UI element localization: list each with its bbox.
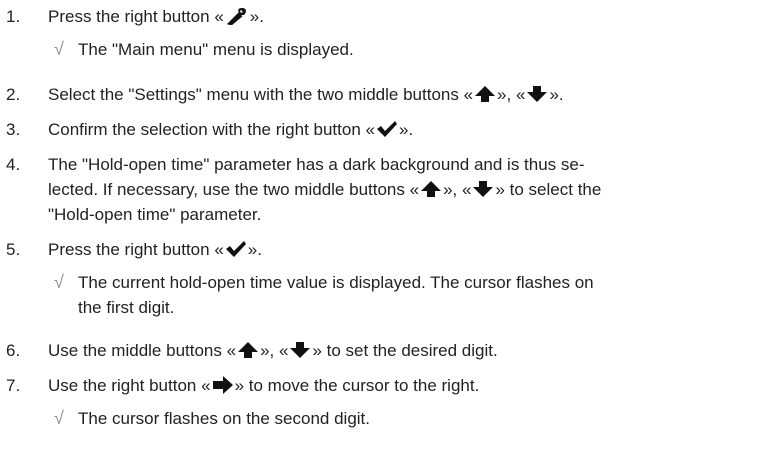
step-text: Use the middle buttons « », « » to set the…: [48, 338, 764, 363]
step-number: 5.: [6, 240, 21, 259]
step-result: √ The current hold-open time value is di…: [48, 270, 776, 320]
step-text-part: .: [408, 120, 414, 139]
step-7: 7. Use the right button « » to move the c…: [0, 373, 776, 431]
quote-close: »: [247, 240, 258, 259]
step-text: Select the "Settings" menu with the two …: [48, 82, 764, 107]
arrow-down-icon: [289, 341, 311, 359]
quote-close: »: [234, 376, 245, 395]
step-text-part: to move the cursor to the right.: [244, 376, 480, 395]
quote-open: «: [463, 85, 474, 104]
quote-close: »: [312, 341, 322, 360]
quote-open: «: [201, 376, 211, 395]
arrow-up-icon: [474, 85, 496, 103]
instruction-document: 1. Press the right button « ». √ The "Mai…: [0, 0, 776, 441]
step-text-part: Select the "Settings" menu with the two …: [48, 85, 464, 104]
step-text-part: Press the right button: [48, 240, 215, 259]
step-4: 4. The "Hold-open time" parameter has a …: [0, 152, 776, 227]
step-text-line: The "Hold-open time" parameter has a dar…: [48, 155, 585, 174]
result-text: The "Main menu" menu is displayed.: [78, 40, 354, 59]
step-1: 1. Press the right button « ». √ The "Mai…: [0, 4, 776, 62]
arrow-right-icon: [212, 376, 234, 394]
step-text-part: .: [558, 85, 564, 104]
quote-close: »: [549, 85, 559, 104]
result-check-mark: √: [54, 272, 64, 292]
quote-close: »: [497, 85, 507, 104]
quote-open: «: [226, 341, 237, 360]
arrow-down-icon: [472, 180, 494, 198]
step-number: 7.: [6, 376, 21, 395]
quote-close: »: [443, 180, 453, 199]
quote-open: «: [214, 240, 224, 259]
result-text: The current hold-open time value is disp…: [78, 270, 738, 320]
step-number: 4.: [6, 155, 21, 174]
step-text: Press the right button « ».: [48, 237, 764, 262]
step-text: Confirm the selection with the right but…: [48, 117, 764, 142]
step-text: The "Hold-open time" parameter has a dar…: [48, 152, 764, 227]
step-5: 5. Press the right button « ». √ The curr…: [0, 237, 776, 320]
step-text-part: lected. If necessary, use the two middle…: [48, 180, 410, 199]
result-text-line: The current hold-open time value is disp…: [78, 273, 594, 292]
step-result: √ The cursor flashes on the second digit…: [48, 406, 776, 431]
step-text-part: to select the: [504, 180, 602, 199]
quote-close: »: [495, 180, 505, 199]
step-text-line: "Hold-open time" parameter.: [48, 205, 262, 224]
step-number: 2.: [6, 85, 21, 104]
step-text-part: Press the right button: [48, 7, 215, 26]
step-2: 2. Select the "Settings" menu with the t…: [0, 82, 776, 107]
arrow-up-icon: [237, 341, 259, 359]
step-text-line: lected. If necessary, use the two middle…: [48, 177, 764, 202]
step-text-part: ,: [452, 180, 462, 199]
wrench-icon: [225, 7, 249, 25]
step-text-part: .: [257, 240, 262, 259]
result-text-line: the first digit.: [78, 298, 175, 317]
quote-open: «: [365, 120, 375, 139]
arrow-down-icon: [526, 85, 548, 103]
step-number: 1.: [6, 7, 21, 26]
checkmark-icon: [376, 120, 398, 138]
step-text-part: ,: [506, 85, 516, 104]
step-number: 3.: [6, 120, 21, 139]
step-text-part: Use the middle buttons: [48, 341, 227, 360]
step-text-part: ,: [269, 341, 279, 360]
quote-open: «: [409, 180, 420, 199]
quote-close: »: [260, 341, 270, 360]
result-text: The cursor flashes on the second digit.: [78, 409, 370, 428]
quote-open: «: [214, 7, 224, 26]
step-text-part: to set the desired digit.: [321, 341, 498, 360]
step-text-part: Use the right button: [48, 376, 202, 395]
checkmark-icon: [225, 240, 247, 258]
result-check-mark: √: [54, 39, 64, 59]
arrow-up-icon: [420, 180, 442, 198]
step-text-part: Confirm the selection with the right but…: [48, 120, 366, 139]
quote-open: «: [462, 180, 472, 199]
step-text: Use the right button « » to move the curs…: [48, 373, 764, 398]
quote-open: «: [279, 341, 289, 360]
quote-open: «: [515, 85, 526, 104]
step-6: 6. Use the middle buttons « », « » to set …: [0, 338, 776, 363]
step-text-part: .: [259, 7, 264, 26]
quote-close: »: [249, 7, 260, 26]
step-3: 3. Confirm the selection with the right …: [0, 117, 776, 142]
result-check-mark: √: [54, 408, 64, 428]
step-number: 6.: [6, 341, 21, 360]
step-text: Press the right button « ».: [48, 4, 764, 29]
step-result: √ The "Main menu" menu is displayed.: [48, 37, 776, 62]
